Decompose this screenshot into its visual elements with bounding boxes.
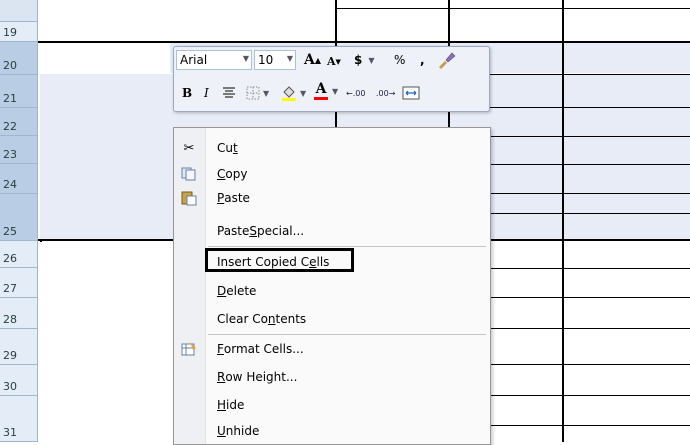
borders-icon[interactable]: ▼ [246,85,269,101]
italic-button[interactable]: I [204,83,209,103]
table-border [562,0,564,442]
row-header-21[interactable]: 21 [0,75,38,108]
menu-separator [208,334,486,335]
row-header-25[interactable]: 25 [0,194,38,241]
row-header-top [0,0,38,22]
row-header-26[interactable]: 26 [0,241,38,268]
shrink-font-button[interactable]: A ▼ [327,52,341,70]
mini-toolbar: Arial ▼ 10 ▼ A ▲ A ▼ $ ▼ % , B I ▼ ▼ A ▼… [173,46,490,112]
decrease-decimal-button[interactable]: .00 → [376,84,395,102]
comma-button[interactable]: , [420,50,425,70]
paste-icon [178,187,200,209]
fill-color-icon[interactable]: ▼ [280,83,306,103]
center-align-icon[interactable] [222,85,236,101]
row-header-29[interactable]: 29 [0,329,38,365]
font-size-combo[interactable]: 10 ▼ [254,50,296,70]
grow-font-button[interactable]: A ▲ [304,50,321,70]
menu-item-cut[interactable]: Cu t [205,137,490,159]
menu-item-hide[interactable]: Hide [205,394,490,416]
format-painter-icon[interactable] [436,50,456,70]
bold-button[interactable]: B [182,83,192,103]
percent-button[interactable]: % [394,50,405,70]
chevron-down-icon: ▼ [332,87,339,96]
row-header-22[interactable]: 22 [0,108,38,136]
font-name-combo[interactable]: Arial ▼ [176,50,252,70]
format-cells-icon [178,338,200,360]
selection-border-top [38,41,690,43]
row-header-24[interactable]: 24 [0,164,38,194]
chevron-down-icon: ▼ [263,88,270,98]
row-header-31[interactable]: 31 [0,396,38,442]
copy-icon [178,163,200,185]
merge-center-icon[interactable] [402,85,420,101]
menu-item-unhide[interactable]: Unhide [205,420,490,442]
font-color-swatch [314,97,328,100]
menu-item-format-cells[interactable]: Format Cells... [205,338,490,360]
row-header-19[interactable]: 19 [0,22,38,42]
menu-item-clear-contents[interactable]: Clear Co n tents [205,308,490,330]
row-header-23[interactable]: 23 [0,136,38,164]
table-row-line [40,240,42,242]
row-header-27[interactable]: 27 [0,268,38,298]
table-row-line [335,8,690,9]
row-header-30[interactable]: 30 [0,365,38,396]
chevron-down-icon: ▼ [242,54,249,63]
menu-item-delete[interactable]: Delete [205,280,490,302]
font-color-button[interactable]: A [314,81,328,103]
menu-separator [208,246,486,247]
highlight-box [205,248,354,272]
currency-button[interactable]: $ ▼ [354,50,375,70]
chevron-down-icon: ▼ [300,88,307,98]
context-menu: ✂ Cu t Copy Paste Paste Special... Insert… [173,127,491,445]
menu-item-copy[interactable]: Copy [205,163,490,185]
increase-decimal-button[interactable]: ← .00 [346,84,365,102]
menu-item-paste-special[interactable]: Paste Special... [205,220,490,242]
scissors-icon: ✂ [183,140,195,156]
row-header-20[interactable]: 20 [0,42,38,75]
chevron-down-icon: ▼ [286,54,293,63]
menu-item-paste[interactable]: Paste [205,187,490,209]
row-header-28[interactable]: 28 [0,298,38,329]
menu-item-row-height[interactable]: Row Height... [205,366,490,388]
chevron-down-icon: ▼ [368,55,375,65]
